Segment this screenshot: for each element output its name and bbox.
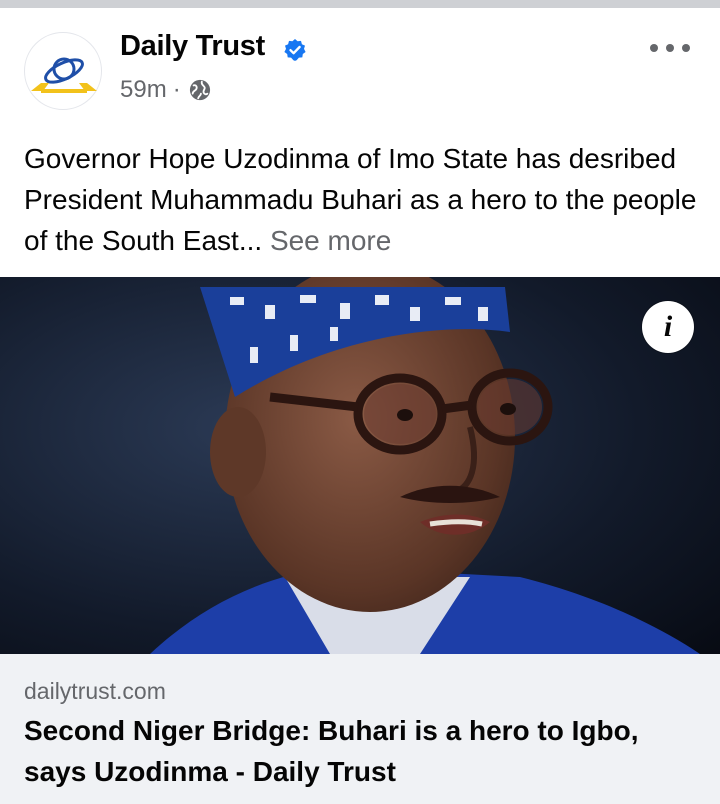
more-options-icon — [650, 44, 658, 52]
link-title[interactable]: Second Niger Bridge: Buhari is a hero to… — [24, 710, 704, 792]
globe-icon — [189, 79, 210, 101]
daily-trust-logo-icon — [31, 57, 97, 93]
post-meta: 59m · — [120, 76, 211, 104]
post-header: Daily Trust 59m · — [0, 8, 720, 128]
link-domain: dailytrust.com — [24, 678, 166, 704]
meta-separator: · — [172, 76, 181, 103]
portrait-image — [0, 277, 720, 654]
feed-divider — [0, 0, 720, 8]
see-more-link[interactable]: See more — [270, 225, 391, 256]
post-body: Governor Hope Uzodinma of Imo State has … — [24, 138, 704, 261]
page-avatar[interactable] — [24, 32, 102, 110]
info-icon[interactable]: i — [642, 301, 694, 353]
page-name[interactable]: Daily Trust — [120, 30, 265, 63]
more-options-button[interactable] — [650, 38, 690, 58]
post-timestamp[interactable]: 59m — [120, 76, 167, 104]
verified-badge-icon — [284, 39, 306, 61]
link-preview-card[interactable]: dailytrust.com Second Niger Bridge: Buha… — [0, 654, 720, 804]
post-photo[interactable]: i — [0, 277, 720, 654]
